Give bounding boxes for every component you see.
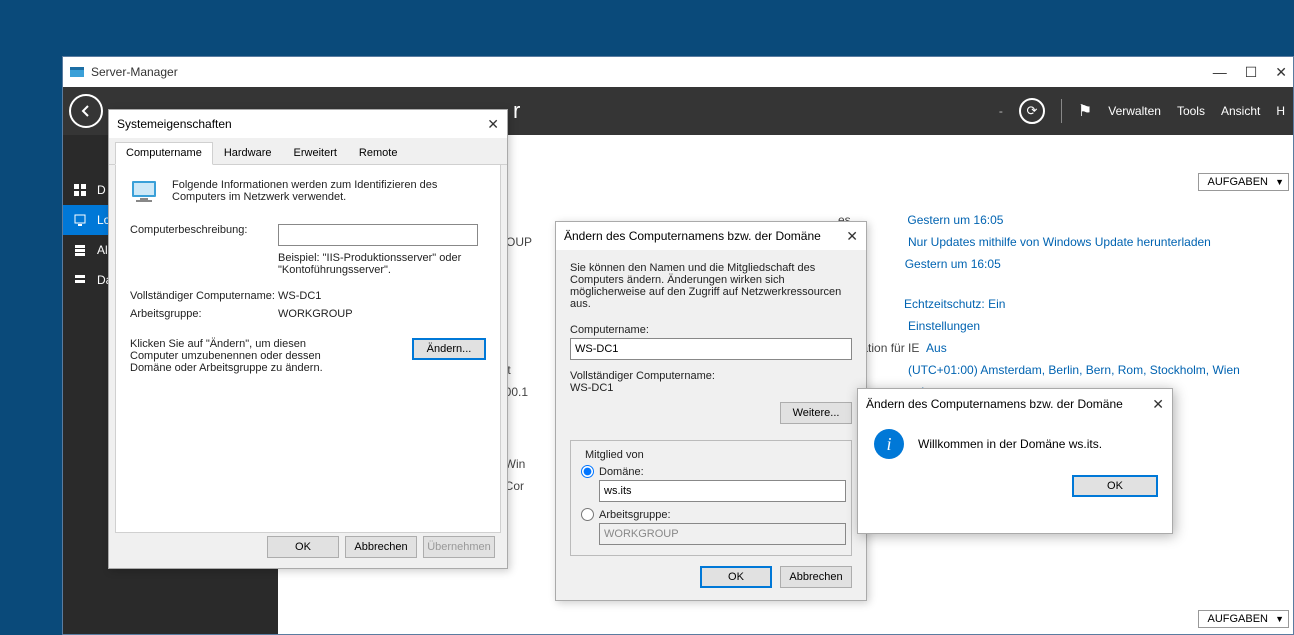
sm-titlebar: Server-Manager — ☐ ✕ bbox=[63, 57, 1293, 87]
sidebar-label-2: Al bbox=[97, 243, 108, 257]
ok-button[interactable]: OK bbox=[1072, 475, 1158, 497]
menu-verwalten[interactable]: Verwalten bbox=[1108, 104, 1161, 118]
header-char: r bbox=[513, 98, 520, 124]
back-button[interactable] bbox=[69, 94, 103, 128]
apply-button: Übernehmen bbox=[423, 536, 495, 558]
window-controls: — ☐ ✕ bbox=[1213, 64, 1287, 81]
chevron-down-icon: ▼ bbox=[1275, 614, 1284, 624]
tasks-dropdown-2[interactable]: AUFGABEN▼ bbox=[1198, 610, 1289, 628]
fullname-label: Vollständiger Computername: bbox=[130, 290, 278, 302]
domain-radio-row[interactable]: Domäne: bbox=[581, 465, 841, 478]
tab-remote[interactable]: Remote bbox=[348, 142, 409, 164]
workgroup-label: Arbeitsgruppe: bbox=[130, 308, 278, 320]
tab-advanced[interactable]: Erweitert bbox=[283, 142, 348, 164]
chevron-down-icon: ▼ bbox=[1275, 177, 1284, 187]
computer-icon bbox=[130, 179, 162, 210]
fullname-label: Vollständiger Computername: bbox=[570, 370, 852, 382]
workgroup-radio[interactable] bbox=[581, 508, 594, 521]
intro-text: Folgende Informationen werden zum Identi… bbox=[172, 179, 486, 210]
compname-label: Computername: bbox=[570, 324, 852, 336]
dlg1-titlebar: Systemeigenschaften ✕ bbox=[109, 110, 507, 138]
maximize-button[interactable]: ☐ bbox=[1245, 64, 1258, 81]
member-of-label: Mitglied von bbox=[581, 449, 648, 461]
sidebar-label-0: D bbox=[97, 183, 106, 197]
workgroup-input bbox=[599, 523, 846, 545]
menu-help[interactable]: H bbox=[1276, 104, 1285, 118]
more-button[interactable]: Weitere... bbox=[780, 402, 852, 424]
tab-computername[interactable]: Computername bbox=[115, 142, 213, 165]
dlg1-title-text: Systemeigenschaften bbox=[117, 117, 232, 131]
domain-radio[interactable] bbox=[581, 465, 594, 478]
close-button[interactable]: ✕ bbox=[487, 116, 499, 133]
tab-strip: Computername Hardware Erweitert Remote bbox=[109, 138, 507, 165]
desc-hint: Beispiel: "IIS-Produktionsserver" oder "… bbox=[278, 252, 486, 276]
workgroup-radio-row[interactable]: Arbeitsgruppe: bbox=[581, 508, 841, 521]
change-text: Klicken Sie auf "Ändern", um diesen Comp… bbox=[130, 338, 350, 374]
dlg1-body: Folgende Informationen werden zum Identi… bbox=[115, 165, 501, 533]
separator bbox=[1061, 99, 1062, 123]
sm-title-text: Server-Manager bbox=[91, 65, 178, 79]
description-input[interactable] bbox=[278, 224, 478, 246]
server-manager-icon bbox=[69, 64, 85, 80]
fullname-value: WS-DC1 bbox=[278, 290, 486, 302]
close-button[interactable]: ✕ bbox=[1152, 396, 1164, 413]
flag-icon[interactable]: ⚑ bbox=[1078, 101, 1092, 121]
member-of-group: Mitglied von Domäne: Arbeitsgruppe: bbox=[570, 440, 852, 556]
cancel-button[interactable]: Abbrechen bbox=[345, 536, 417, 558]
dlg2-title-text: Ändern des Computernamens bzw. der Domän… bbox=[564, 229, 821, 243]
welcome-dialog: Ändern des Computernamens bzw. der Domän… bbox=[857, 388, 1173, 534]
domain-radio-label: Domäne: bbox=[599, 466, 644, 478]
tab-hardware[interactable]: Hardware bbox=[213, 142, 283, 164]
tasks-dropdown[interactable]: AUFGABEN▼ bbox=[1198, 173, 1289, 191]
desc-label: Computerbeschreibung: bbox=[130, 224, 278, 236]
workgroup-radio-label: Arbeitsgruppe: bbox=[599, 509, 671, 521]
dlg3-titlebar: Ändern des Computernamens bzw. der Domän… bbox=[858, 389, 1172, 419]
ok-button[interactable]: OK bbox=[700, 566, 772, 588]
ok-button[interactable]: OK bbox=[267, 536, 339, 558]
compname-input[interactable] bbox=[570, 338, 852, 360]
change-domain-dialog: Ändern des Computernamens bzw. der Domän… bbox=[555, 221, 867, 601]
change-intro: Sie können den Namen und die Mitgliedsch… bbox=[570, 262, 852, 310]
dash-icon: - bbox=[999, 104, 1003, 118]
dlg2-body: Sie können den Namen und die Mitgliedsch… bbox=[556, 250, 866, 568]
system-properties-dialog: Systemeigenschaften ✕ Computername Hardw… bbox=[108, 109, 508, 569]
change-button[interactable]: Ändern... bbox=[412, 338, 486, 360]
refresh-button[interactable]: ⟳ bbox=[1019, 98, 1045, 124]
workgroup-value: WORKGROUP bbox=[278, 308, 486, 320]
menu-tools[interactable]: Tools bbox=[1177, 104, 1205, 118]
minimize-button[interactable]: — bbox=[1213, 64, 1227, 81]
close-button[interactable]: ✕ bbox=[1275, 64, 1287, 81]
fullname-value: WS-DC1 bbox=[570, 382, 852, 394]
dlg2-titlebar: Ändern des Computernamens bzw. der Domän… bbox=[556, 222, 866, 250]
domain-input[interactable] bbox=[599, 480, 846, 502]
close-button[interactable]: ✕ bbox=[846, 228, 858, 245]
welcome-message: Willkommen in der Domäne ws.its. bbox=[918, 437, 1102, 451]
info-icon: i bbox=[874, 429, 904, 459]
cancel-button[interactable]: Abbrechen bbox=[780, 566, 852, 588]
menu-ansicht[interactable]: Ansicht bbox=[1221, 104, 1260, 118]
dlg3-title-text: Ändern des Computernamens bzw. der Domän… bbox=[866, 397, 1123, 411]
